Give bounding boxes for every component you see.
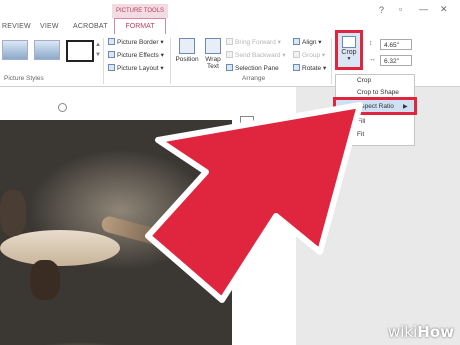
layout-options-icon[interactable] [240,116,254,128]
width-field[interactable]: 6.32" [380,55,412,66]
picture-border-button[interactable]: Picture Border ▾ [108,38,164,46]
picture-effects-button[interactable]: Picture Effects ▾ [108,51,164,59]
menu-item-fit[interactable]: Fit [357,131,364,138]
picture-style-thumb[interactable] [2,40,28,60]
picture-tools-label: PICTURE TOOLS [112,4,168,18]
ferret-tail [99,214,221,262]
bring-forward-button[interactable]: Bring Forward ▾ [226,38,281,46]
ferret-leg [30,260,60,300]
bring-forward-icon [226,38,233,45]
ferret-head [0,190,26,236]
divider [170,38,171,84]
minimize-button[interactable]: — [419,4,428,14]
rotate-button[interactable]: Rotate ▾ [293,64,326,72]
restore-icon[interactable]: ▫ [399,4,402,14]
wrap-text-icon [205,38,221,54]
menu-item-crop-to-shape[interactable]: Crop to Shape [357,89,399,96]
picture-styles-group-label: Picture Styles [4,75,44,82]
tab-review[interactable]: REVIEW [2,23,31,30]
picture-border-icon [108,38,115,45]
help-button[interactable]: ? [379,5,384,15]
rotate-icon [293,64,300,71]
title-bar [0,0,460,20]
position-icon [179,38,195,54]
width-icon: ↔ [369,56,376,63]
picture-style-thumb[interactable] [66,40,94,62]
tab-format[interactable]: FORMAT [114,18,166,34]
position-button[interactable]: Position [174,38,200,63]
picture-style-thumb[interactable] [34,40,60,60]
chevron-right-icon: ▶ [403,104,408,110]
menu-item-aspect-ratio[interactable]: Aspect Ratio [357,103,394,110]
menu-item-fill[interactable]: Fill [357,118,365,125]
picture-layout-icon [108,64,115,71]
picture-effects-icon [108,51,115,58]
wrap-text-button[interactable]: Wrap Text [200,38,226,70]
crop-icon [342,36,356,48]
chevron-up-icon[interactable]: ▲ [95,42,101,48]
selection-pane-icon [226,64,233,71]
crop-button[interactable]: Crop ▼ [335,30,363,70]
tab-bar: REVIEW VIEW ACROBAT [0,20,460,35]
group-button[interactable]: Group ▾ [293,51,325,59]
align-icon [293,38,300,45]
divider [331,38,332,84]
arrange-group-label: Arrange [242,75,266,82]
tab-view[interactable]: VIEW [40,23,59,30]
align-button[interactable]: Align ▾ [293,38,322,46]
selection-pane-button[interactable]: Selection Pane [226,64,279,72]
tab-acrobat[interactable]: ACROBAT [73,23,108,30]
rotate-handle[interactable] [58,103,67,112]
close-button[interactable]: ✕ [440,4,448,15]
menu-item-crop[interactable]: Crop [357,77,371,84]
picture-layout-button[interactable]: Picture Layout ▾ [108,64,164,72]
send-backward-button[interactable]: Send Backward ▾ [226,51,286,59]
chevron-down-icon[interactable]: ▼ [95,52,101,58]
height-icon: ↕ [369,40,373,47]
divider [103,38,104,84]
height-field[interactable]: 4.65" [380,39,412,50]
ferret-photo[interactable] [0,120,232,345]
chevron-down-icon: ▼ [346,56,352,62]
wikihow-logo: wikiHow [387,323,454,341]
crop-label: Crop [341,49,357,56]
group-icon [293,51,300,58]
send-backward-icon [226,51,233,58]
